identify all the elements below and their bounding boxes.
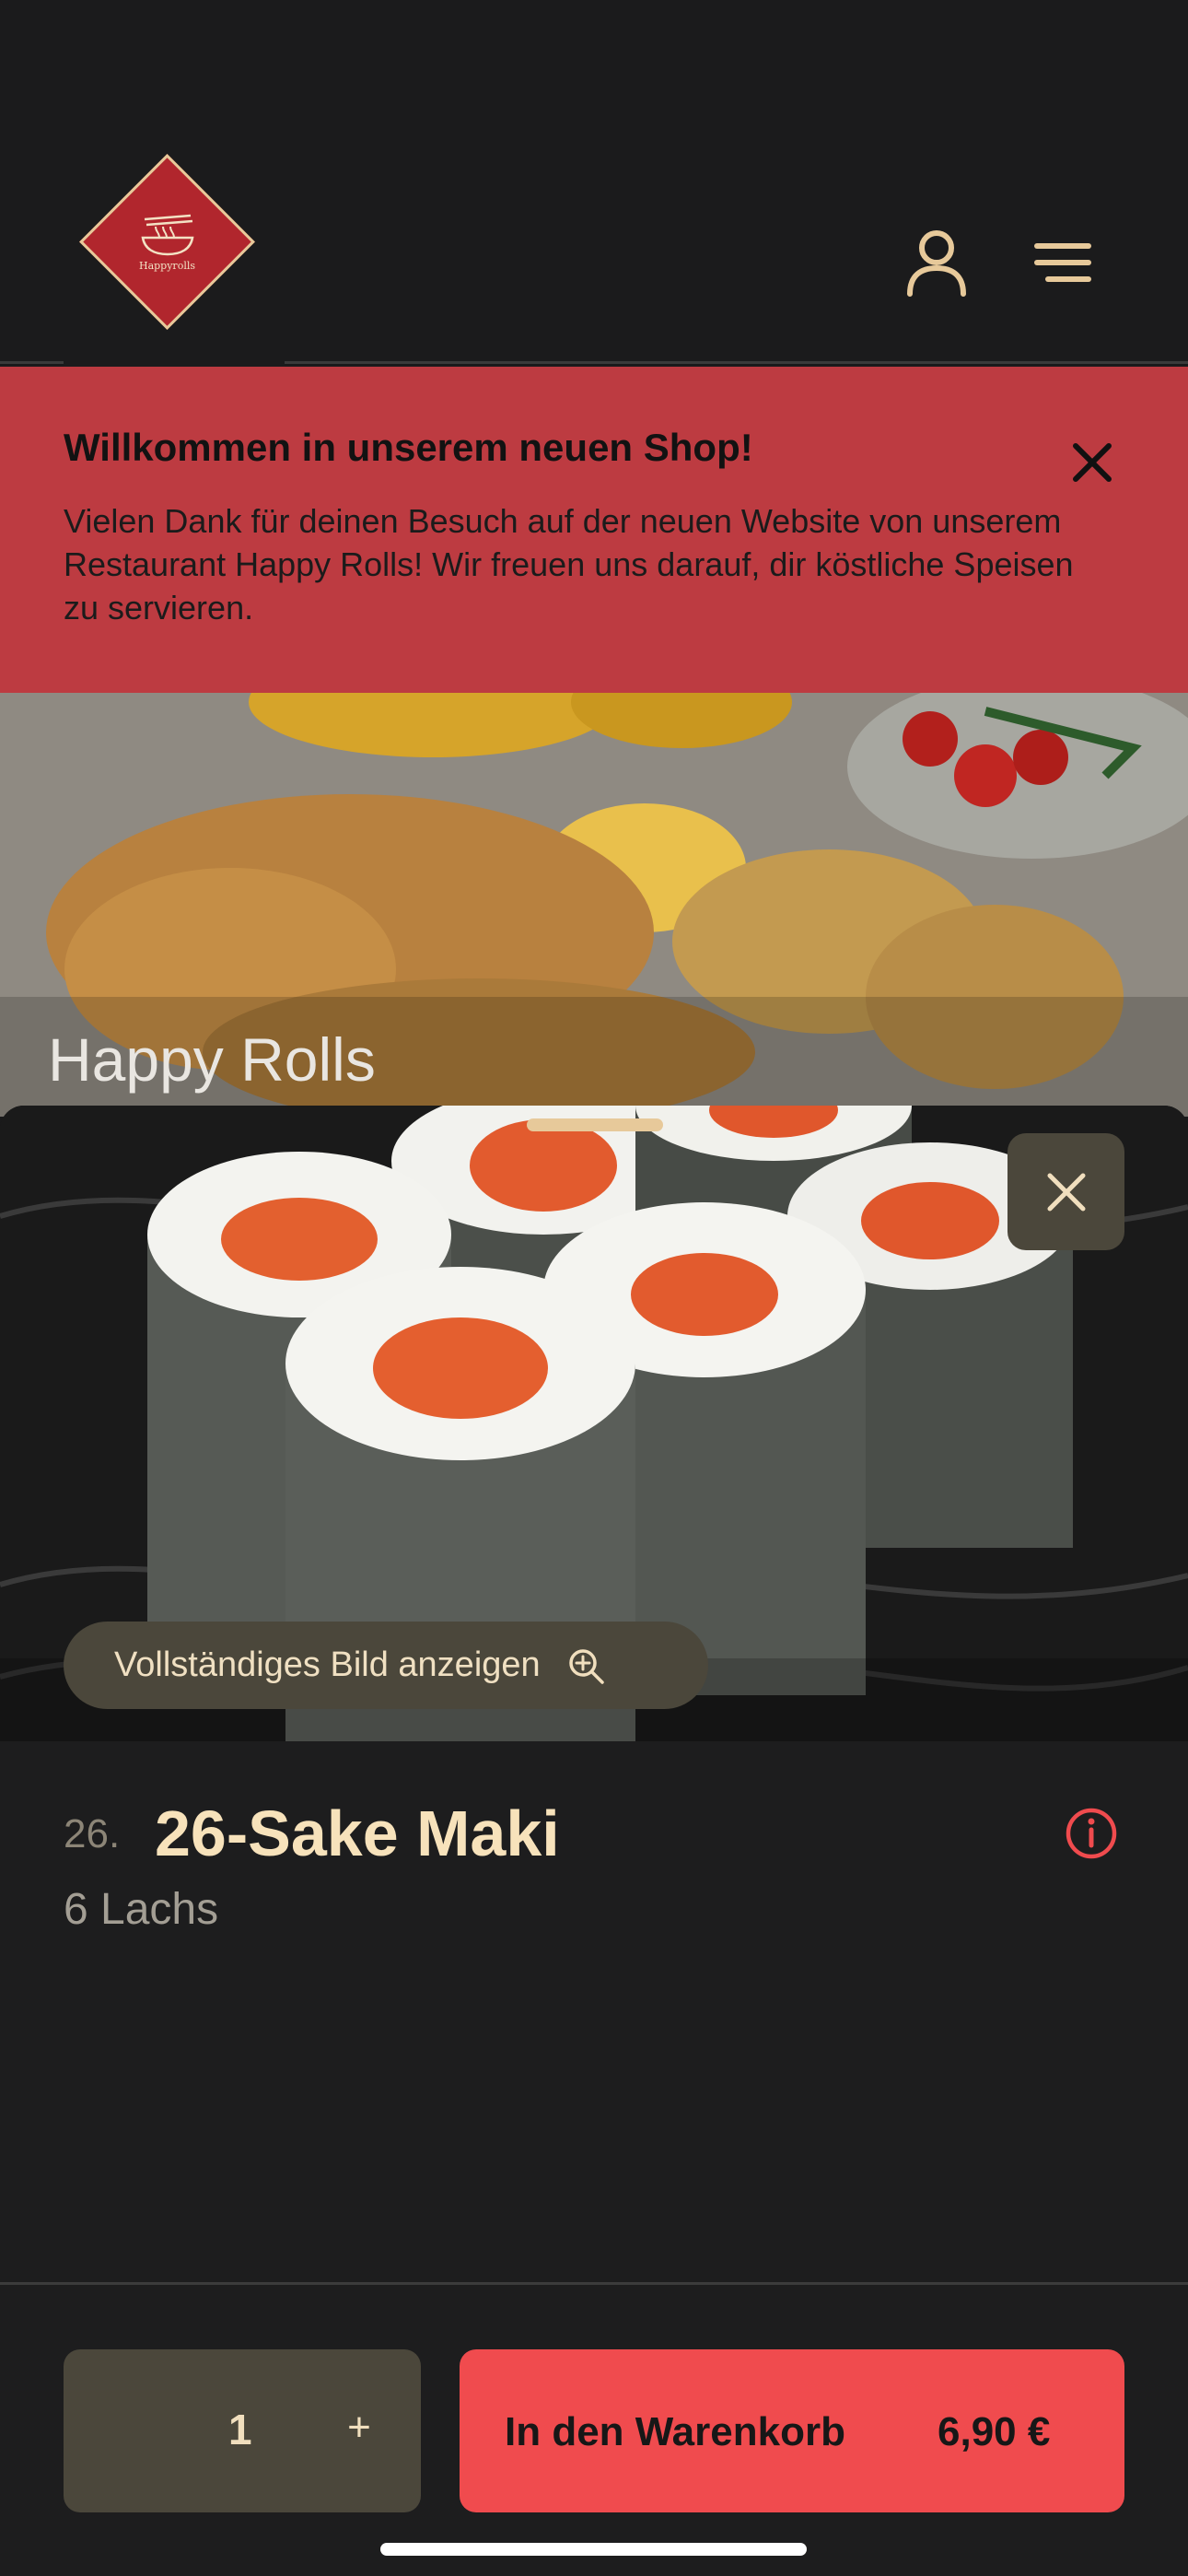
show-full-image-label: Vollständiges Bild anzeigen (114, 1645, 541, 1684)
quantity-plus-button[interactable]: + (336, 2405, 382, 2456)
logo-text: Happyrolls (138, 260, 195, 272)
close-icon (1073, 443, 1112, 482)
add-to-cart-label: In den Warenkorb (505, 2409, 845, 2454)
info-icon[interactable] (1064, 1806, 1119, 1861)
show-full-image-button[interactable]: Vollständiges Bild anzeigen (64, 1622, 708, 1709)
page: Happyrolls Willkommen in unserem neuen S… (0, 0, 1188, 2576)
zoom-in-icon (568, 1648, 604, 1684)
product-description: 6 Lachs (64, 1885, 219, 1934)
logo[interactable]: Happyrolls (64, 154, 285, 373)
close-product-button[interactable] (1007, 1133, 1124, 1250)
restaurant-title: Happy Rolls (48, 1025, 376, 1094)
cart-price: 6,90 € (938, 2409, 1051, 2454)
banner-title: Willkommen in unserem neuen Shop! (64, 426, 753, 469)
hamburger-menu-icon[interactable] (1020, 221, 1103, 304)
footer-divider (0, 2282, 1188, 2285)
logo-content: Happyrolls (105, 180, 229, 304)
close-icon (1047, 1173, 1085, 1211)
product-name: 26-Sake Maki (155, 1797, 560, 1869)
product-number: 26. (64, 1811, 121, 1856)
noodle-bowl-icon (141, 214, 193, 256)
banner-close-button[interactable] (1055, 426, 1129, 499)
quantity-value: 1 (228, 2406, 252, 2453)
home-indicator[interactable] (380, 2543, 807, 2556)
banner-text: Vielen Dank für deinen Besuch auf der ne… (64, 502, 1074, 626)
drag-handle[interactable] (527, 1118, 663, 1131)
user-icon[interactable] (895, 221, 978, 304)
